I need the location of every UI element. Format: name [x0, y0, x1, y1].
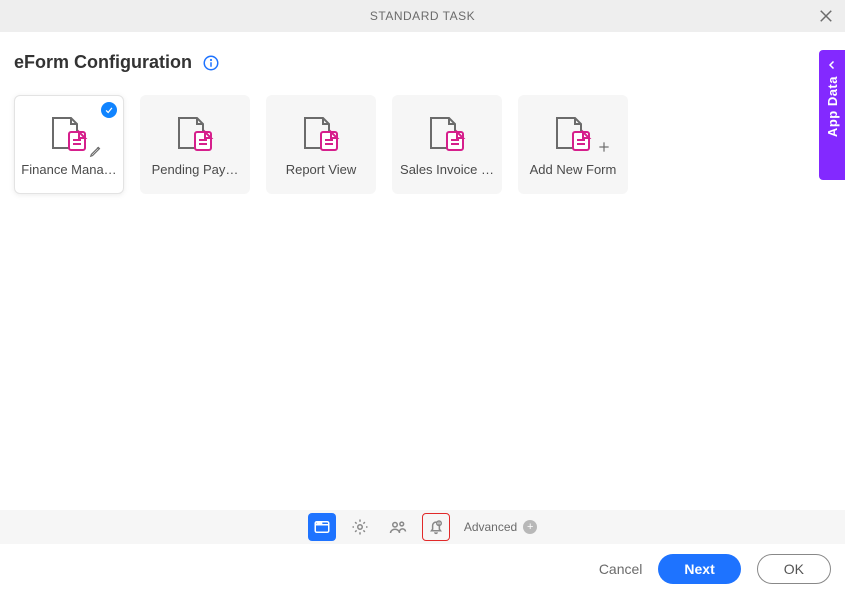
dialog-title: STANDARD TASK — [370, 9, 475, 23]
close-icon[interactable] — [817, 7, 835, 25]
content: eForm Configuration — [0, 32, 845, 214]
tab-users-icon[interactable] — [384, 513, 412, 541]
footer: Cancel Next OK — [0, 544, 845, 594]
info-icon[interactable] — [202, 54, 220, 72]
app-data-tab[interactable]: App Data — [819, 50, 845, 180]
form-card-add-new[interactable]: Add New Form — [518, 95, 628, 194]
plus-circle-icon: + — [523, 520, 537, 534]
tab-settings-icon[interactable] — [346, 513, 374, 541]
bottom-toolbar: Advanced + — [0, 510, 845, 544]
form-card-report[interactable]: Report View — [266, 95, 376, 194]
form-card-label: Report View — [272, 162, 370, 177]
advanced-link[interactable]: Advanced + — [464, 520, 537, 534]
pencil-icon — [89, 144, 103, 158]
selected-check-icon — [101, 102, 117, 118]
advanced-label: Advanced — [464, 520, 517, 534]
form-doc-icon — [543, 112, 603, 156]
chevron-left-icon — [826, 58, 838, 70]
form-doc-icon — [39, 112, 99, 156]
form-card-label: Pending Pay… — [146, 162, 244, 177]
form-doc-icon — [291, 112, 351, 156]
form-card-label: Sales Invoice … — [398, 162, 496, 177]
form-doc-icon — [165, 112, 225, 156]
form-card-label: Finance Mana… — [21, 162, 117, 177]
tab-notifications-icon[interactable] — [422, 513, 450, 541]
next-button[interactable]: Next — [658, 554, 740, 584]
form-card-sales[interactable]: Sales Invoice … — [392, 95, 502, 194]
form-card-label: Add New Form — [524, 162, 622, 177]
cancel-button[interactable]: Cancel — [599, 561, 643, 577]
plus-icon — [597, 140, 611, 154]
app-data-label: App Data — [825, 76, 840, 137]
tab-forms-icon[interactable] — [308, 513, 336, 541]
form-card-finance[interactable]: Finance Mana… — [14, 95, 124, 194]
ok-button[interactable]: OK — [757, 554, 831, 584]
form-card-pending[interactable]: Pending Pay… — [140, 95, 250, 194]
page-title-row: eForm Configuration — [14, 52, 831, 73]
page-title: eForm Configuration — [14, 52, 192, 73]
form-doc-icon — [417, 112, 477, 156]
form-cards: Finance Mana… Pending Pay… — [14, 95, 831, 194]
dialog-header: STANDARD TASK — [0, 0, 845, 32]
